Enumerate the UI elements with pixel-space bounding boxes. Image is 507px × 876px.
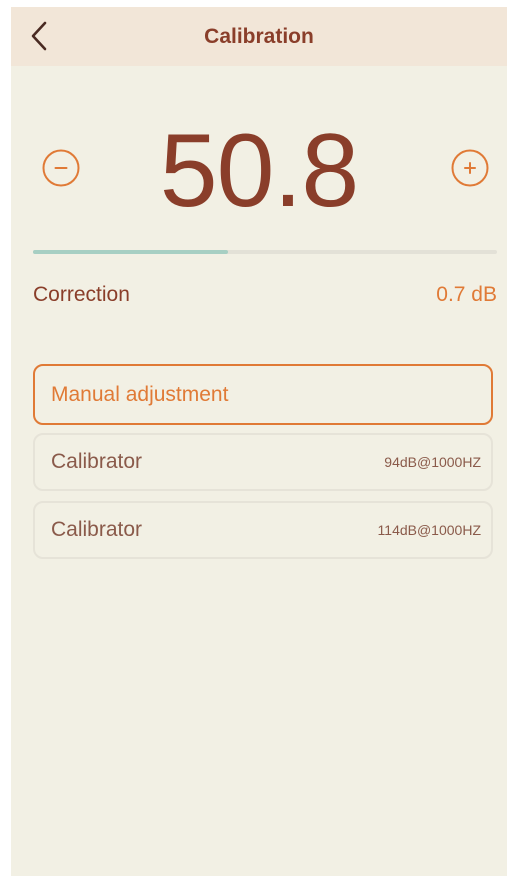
option-label: Calibrator [51,518,143,541]
option-label: Calibrator [51,450,143,473]
increment-button[interactable] [450,148,490,188]
option-value: 94dB@1000HZ [384,454,481,470]
manual-adjustment-option[interactable]: Manual adjustment [33,364,493,425]
calibration-screen: Calibration 50.8 Correction 0.7 dB Manua… [11,7,507,876]
correction-label: Correction [33,283,130,306]
nav-bar: Calibration [11,7,507,66]
correction-value: 0.7 dB [436,283,497,306]
calibrator-114db-option[interactable]: Calibrator 114dB@1000HZ [33,501,493,559]
page-title: Calibration [204,25,314,48]
calibrator-94db-option[interactable]: Calibrator 94dB@1000HZ [33,433,493,491]
calibration-level-value: 50.8 [159,113,359,229]
plus-circle-icon [450,148,490,188]
option-value: 114dB@1000HZ [377,522,481,538]
progress-fill [33,250,228,254]
calibration-progress-bar [33,250,497,254]
option-label: Manual adjustment [51,382,229,406]
